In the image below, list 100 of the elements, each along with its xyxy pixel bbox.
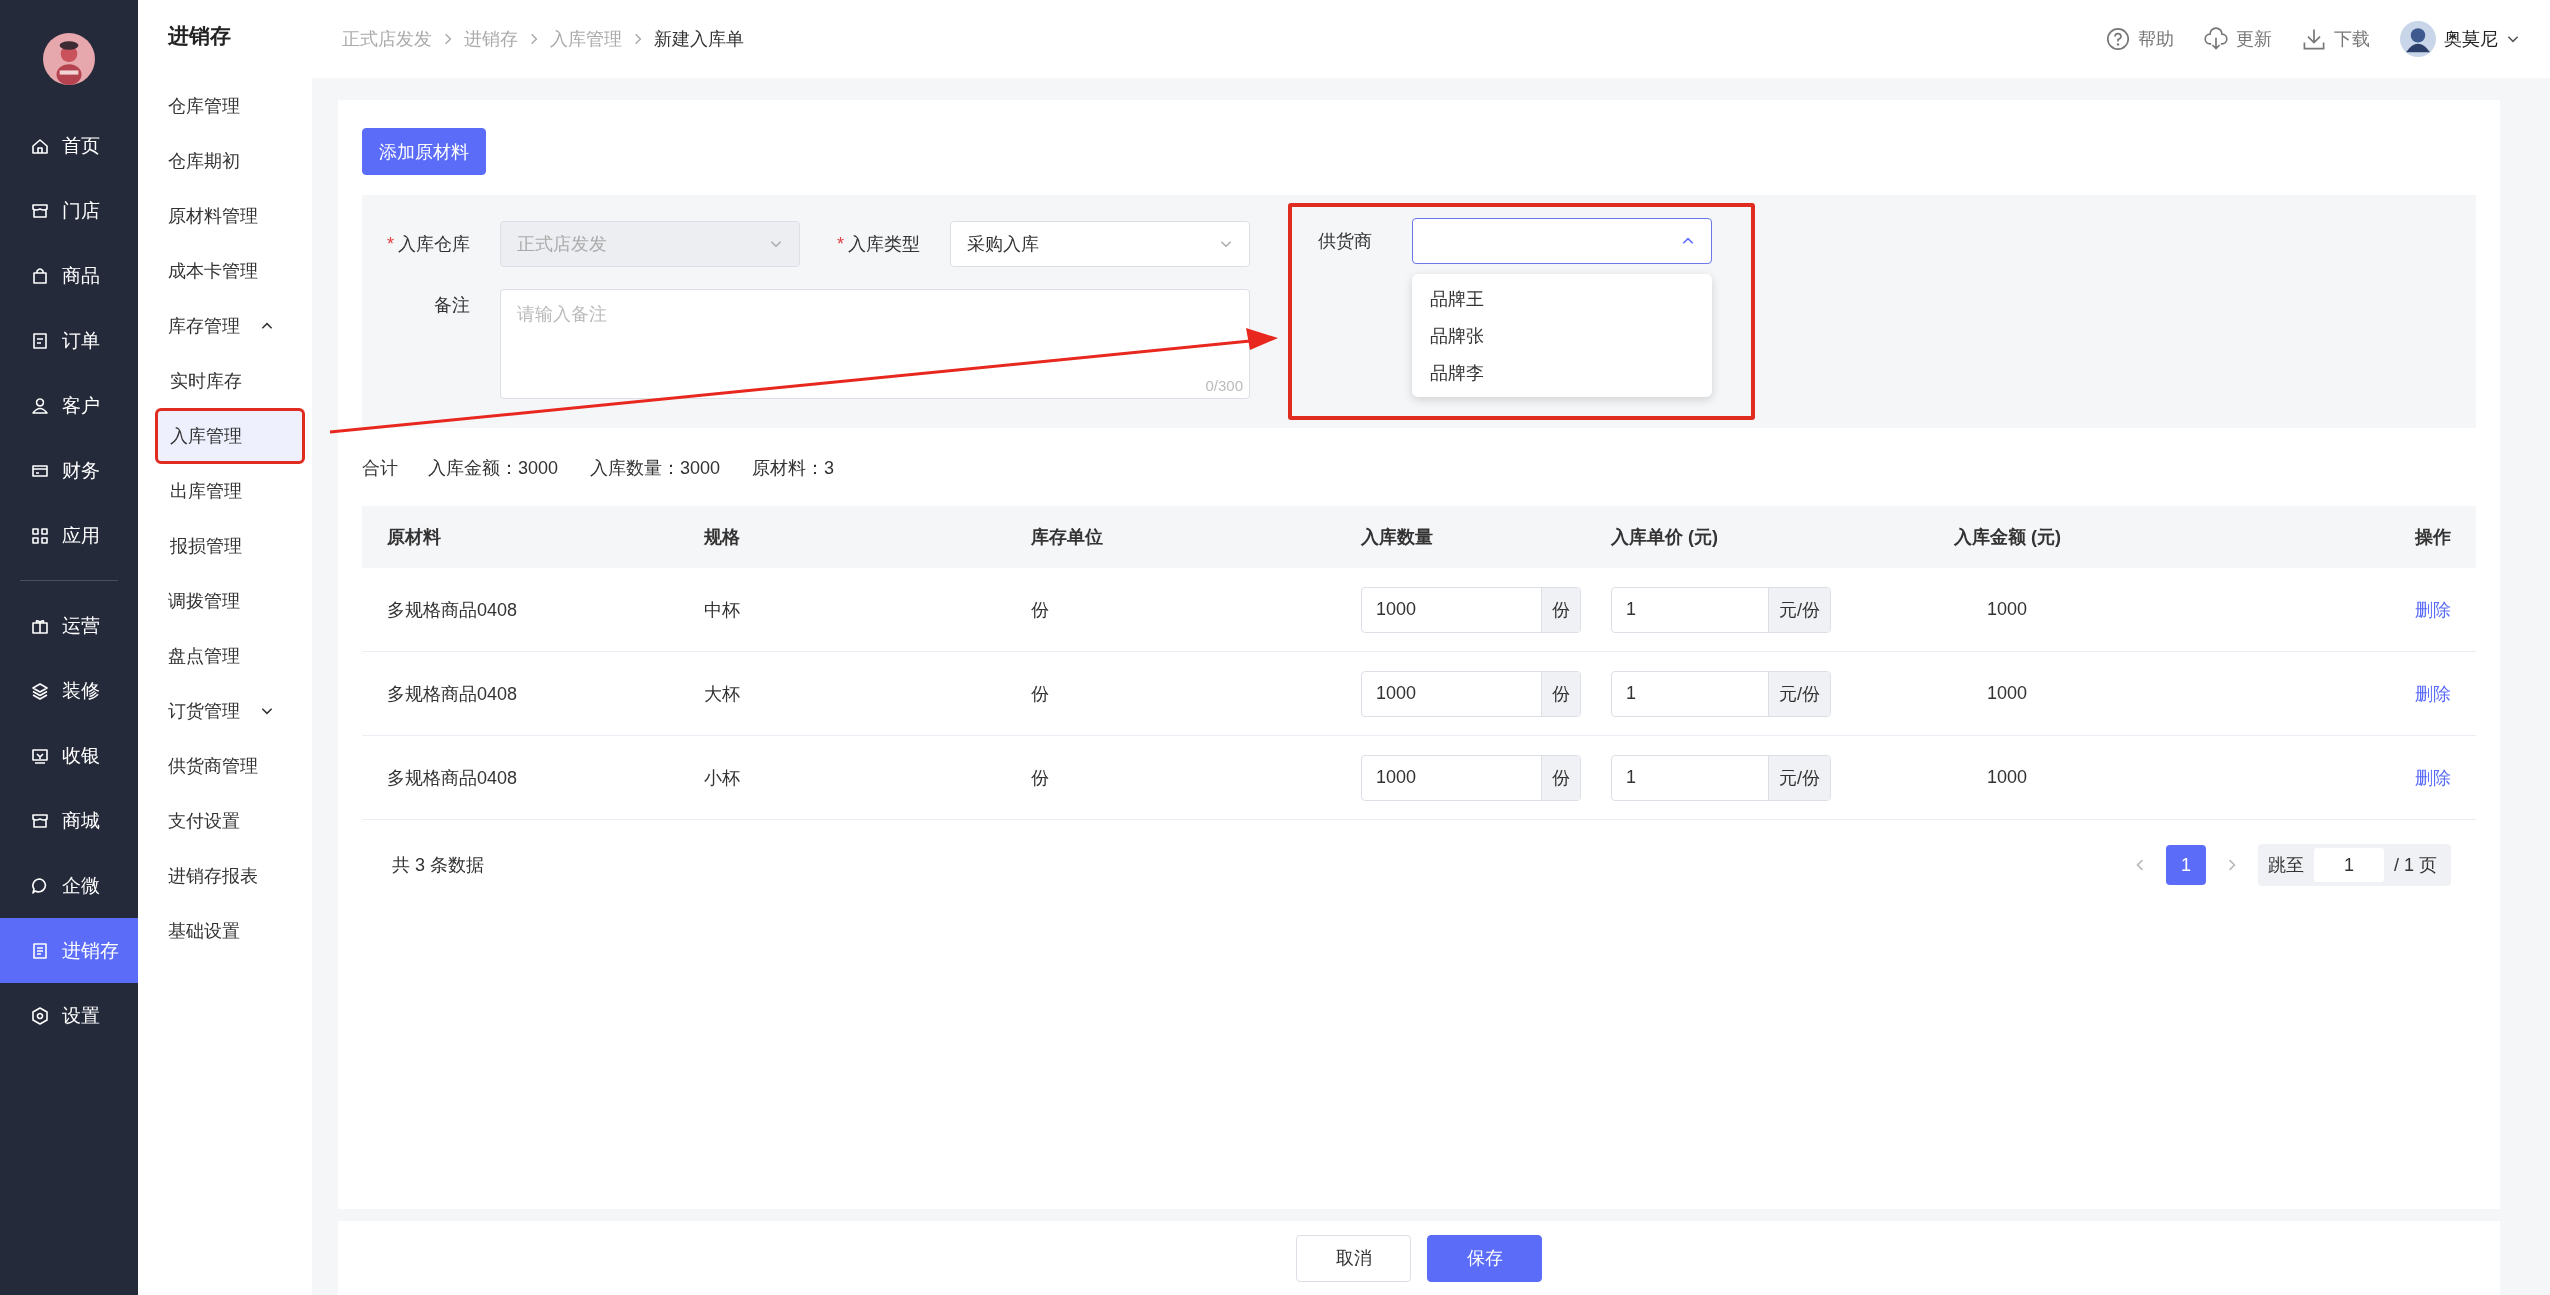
delete-link[interactable]: 删除	[2415, 683, 2451, 704]
submenu-item[interactable]: 调拨管理	[138, 573, 312, 628]
chevron-icon	[528, 33, 540, 45]
column-header: 操作	[2414, 526, 2452, 549]
help-icon	[2106, 27, 2130, 51]
table-cell-text: 份	[1030, 766, 1050, 790]
nav-item[interactable]: 收银	[0, 723, 138, 788]
user-icon	[30, 395, 50, 416]
chevron-icon	[632, 33, 644, 45]
submenu-item[interactable]: 成本卡管理	[138, 243, 312, 298]
delete-link[interactable]: 删除	[2415, 599, 2451, 620]
page-button[interactable]: 1	[2166, 845, 2206, 885]
user-menu[interactable]: 奥莫尼	[2400, 21, 2520, 57]
delete-link[interactable]: 删除	[2415, 767, 2451, 788]
table-cell-text: 小杯	[703, 766, 741, 790]
add-material-button[interactable]: 添加原材料	[362, 128, 486, 175]
nav-item[interactable]: 门店	[0, 178, 138, 243]
cancel-button[interactable]: 取消	[1296, 1234, 1411, 1282]
table-cell-text: 多规格商品0408	[386, 598, 519, 622]
table-cell-text: 1000	[1986, 767, 2029, 788]
submenu-item[interactable]: 原材料管理	[138, 188, 312, 243]
submenu-item[interactable]: 基础设置	[138, 903, 312, 958]
table-cell-text: 1000	[1986, 599, 2029, 620]
dropdown-option[interactable]: 品牌张	[1412, 317, 1712, 354]
summary-value: 入库数量：3000	[590, 457, 721, 480]
table-cell-text: 1000	[1986, 683, 2029, 704]
supplier-select[interactable]	[1412, 218, 1712, 264]
submenu-item[interactable]: 仓库管理	[138, 78, 312, 133]
submenu-item[interactable]: 报损管理	[158, 520, 302, 571]
field-label: 供货商	[1318, 230, 1372, 253]
price-field[interactable]: 1 元/份	[1611, 586, 1831, 633]
submenu-item[interactable]: 支付设置	[138, 793, 312, 848]
cloud-download-icon	[2204, 27, 2228, 51]
document-icon	[30, 330, 50, 351]
table-cell-text: 多规格商品0408	[386, 682, 519, 706]
required-mark: *	[837, 233, 844, 255]
download-icon	[2302, 27, 2326, 51]
price-field[interactable]: 1 元/份	[1611, 754, 1831, 801]
type-select[interactable]: 采购入库	[950, 221, 1250, 267]
column-header: 入库金额 (元)	[1953, 526, 2062, 549]
field-label: * 入库类型	[836, 232, 921, 257]
required-mark: *	[387, 233, 394, 255]
nav-item[interactable]: 装修	[0, 658, 138, 723]
submenu-item[interactable]: 入库管理	[158, 410, 302, 461]
column-header: 入库数量	[1361, 526, 1434, 549]
column-header: 原材料	[386, 526, 442, 549]
submenu-item[interactable]: 实时库存	[158, 355, 302, 406]
table-cell-text: 份	[1030, 598, 1050, 622]
submenu-item[interactable]: 库存管理	[138, 298, 312, 353]
nav-item[interactable]: 订单	[0, 308, 138, 373]
nav-item[interactable]: 应用	[0, 503, 138, 568]
avatar-icon	[2400, 21, 2436, 57]
save-button[interactable]: 保存	[1427, 1234, 1542, 1282]
nav-item[interactable]: 运营	[0, 593, 138, 658]
nav-item[interactable]: 商城	[0, 788, 138, 853]
nav-item[interactable]: 进销存	[0, 918, 138, 983]
quantity-field[interactable]: 1000 份	[1361, 754, 1581, 801]
page-input[interactable]: 1	[2314, 848, 2384, 882]
column-header: 入库单价 (元)	[1611, 526, 1719, 549]
bag-icon	[30, 265, 50, 286]
total-count: 共 3 条数据	[392, 854, 484, 877]
quantity-field[interactable]: 1000 份	[1361, 670, 1581, 717]
submenu-item[interactable]: 仓库期初	[138, 133, 312, 188]
submenu-item[interactable]: 盘点管理	[138, 628, 312, 683]
table-cell-text: 中杯	[703, 598, 741, 622]
character-counter: 0/300	[1205, 377, 1243, 394]
settings-icon	[30, 1005, 50, 1026]
column-header: 库存单位	[1030, 526, 1104, 549]
submenu-title: 进销存	[167, 23, 232, 49]
chevron-icon	[442, 33, 454, 45]
grid-icon	[30, 525, 50, 546]
layers-icon	[30, 680, 50, 701]
summary-value: 原材料：3	[752, 457, 835, 480]
jump-label: 跳至	[2268, 854, 2304, 877]
page-count: / 1 页	[2394, 854, 2437, 877]
quantity-field[interactable]: 1000 份	[1361, 586, 1581, 633]
ledger-icon	[30, 940, 50, 961]
submenu-item[interactable]: 订货管理	[138, 683, 312, 738]
nav-item[interactable]: 首页	[0, 113, 138, 178]
table-cell-text: 多规格商品0408	[386, 766, 519, 790]
submenu-item[interactable]: 供货商管理	[138, 738, 312, 793]
header-action[interactable]: 帮助	[2106, 27, 2174, 51]
nav-item[interactable]: 客户	[0, 373, 138, 438]
breadcrumb-item: 新建入库单	[654, 28, 744, 51]
table-cell-text: 份	[1030, 682, 1050, 706]
header-action[interactable]: 下载	[2302, 27, 2370, 51]
summary-value: 入库金额：3000	[428, 457, 559, 480]
nav-item[interactable]: 财务	[0, 438, 138, 503]
nav-item[interactable]: 设置	[0, 983, 138, 1048]
submenu-item[interactable]: 进销存报表	[138, 848, 312, 903]
nav-item[interactable]: 商品	[0, 243, 138, 308]
price-field[interactable]: 1 元/份	[1611, 670, 1831, 717]
dropdown-option[interactable]: 品牌王	[1412, 280, 1712, 317]
dropdown-option[interactable]: 品牌李	[1412, 354, 1712, 391]
header-action[interactable]: 更新	[2204, 27, 2272, 51]
submenu-item[interactable]: 出库管理	[158, 465, 302, 516]
nav-item[interactable]: 企微	[0, 853, 138, 918]
column-header: 规格	[703, 526, 741, 549]
field-label: 备注	[433, 294, 471, 317]
summary-label: 合计	[362, 457, 398, 480]
